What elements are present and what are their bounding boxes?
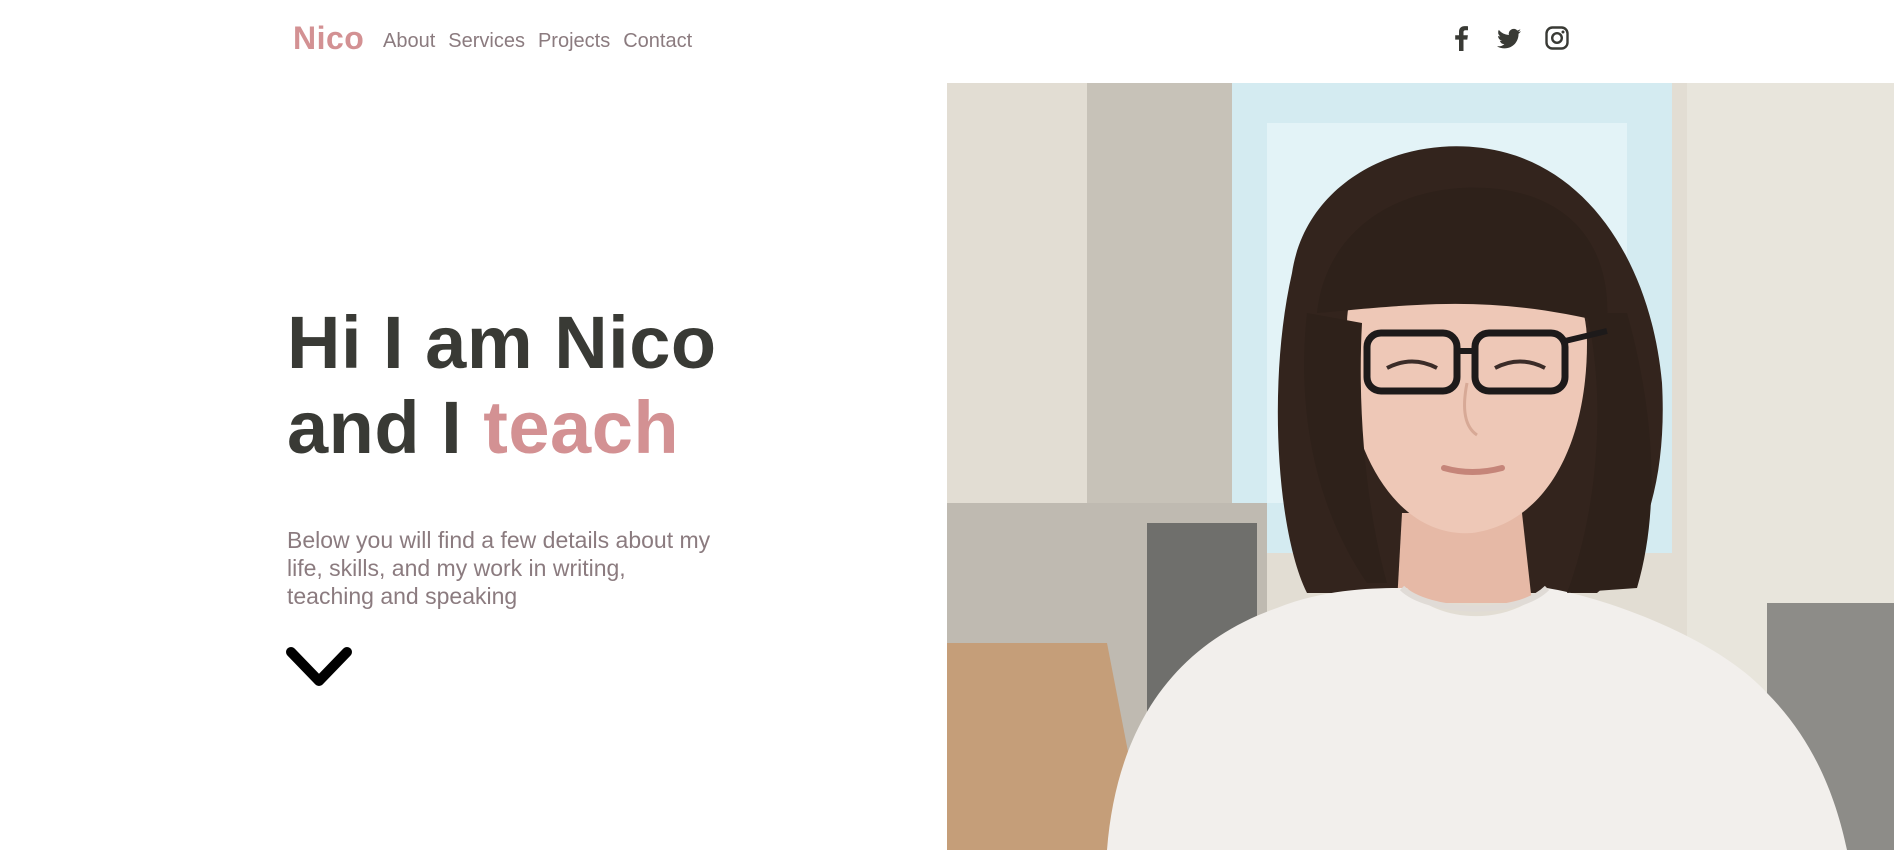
intro-text: Below you will find a few details about … <box>287 527 711 609</box>
facebook-icon[interactable] <box>1448 24 1474 52</box>
site-header: Nico About Services Projects Contact <box>0 0 1894 83</box>
headline: Hi I am Nico and I teach <box>287 300 907 470</box>
instagram-icon[interactable] <box>1544 24 1570 52</box>
twitter-icon[interactable] <box>1496 24 1522 52</box>
hero-heading: Hi I am Nico and I teach <box>287 300 907 470</box>
nav-link-services[interactable]: Services <box>448 29 525 53</box>
nav-link-about[interactable]: About <box>383 29 435 53</box>
logo[interactable]: Nico <box>293 20 364 57</box>
headline-accent-word: teach <box>483 386 680 469</box>
nav-link-projects[interactable]: Projects <box>538 29 610 53</box>
headline-line-1: Hi I am Nico <box>287 301 717 384</box>
social-links <box>1448 24 1570 52</box>
hero-photo <box>947 83 1894 850</box>
chevron-down-icon[interactable] <box>286 645 352 691</box>
main-nav: About Services Projects Contact <box>383 29 692 53</box>
nav-link-contact[interactable]: Contact <box>623 29 692 53</box>
headline-line-2-prefix: and I <box>287 386 484 469</box>
